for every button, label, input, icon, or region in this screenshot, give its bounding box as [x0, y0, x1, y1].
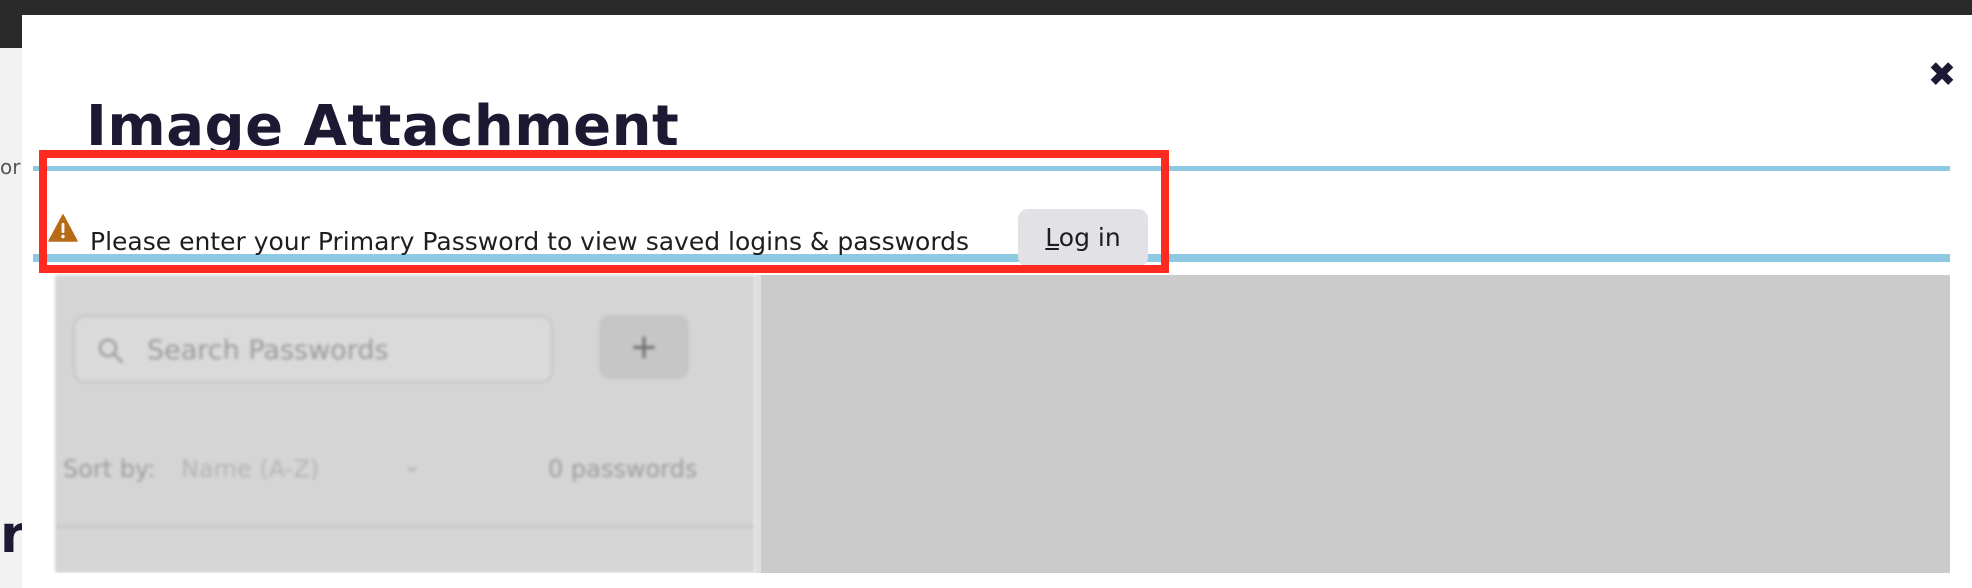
search-placeholder: Search Passwords [147, 335, 389, 366]
banner-message: Please enter your Primary Password to vi… [90, 227, 970, 256]
attachment-image: Please enter your Primary Password to vi… [33, 150, 1950, 573]
search-icon [97, 337, 125, 369]
log-in-label: og in [1058, 223, 1121, 252]
warning-icon [48, 214, 78, 246]
divider [55, 525, 755, 528]
password-count: 0 passwords [548, 455, 698, 483]
log-in-accesskey: L [1045, 223, 1059, 252]
sort-select[interactable]: Name (A-Z) [181, 455, 319, 483]
log-in-button[interactable]: Log in [1018, 209, 1148, 267]
add-login-button[interactable]: + [599, 315, 689, 379]
logins-list-pane: Search Passwords + Sort by: Name (A-Z) ⌄… [55, 275, 755, 573]
chevron-down-icon[interactable]: ⌄ [403, 453, 421, 478]
search-passwords-input[interactable]: Search Passwords [73, 315, 553, 383]
primary-password-banner: Please enter your Primary Password to vi… [33, 166, 1950, 267]
background-text-fragment: or [0, 155, 21, 179]
login-detail-pane [761, 275, 1950, 573]
sort-label: Sort by: [63, 455, 156, 483]
close-icon[interactable]: ✖ [1927, 58, 1957, 92]
